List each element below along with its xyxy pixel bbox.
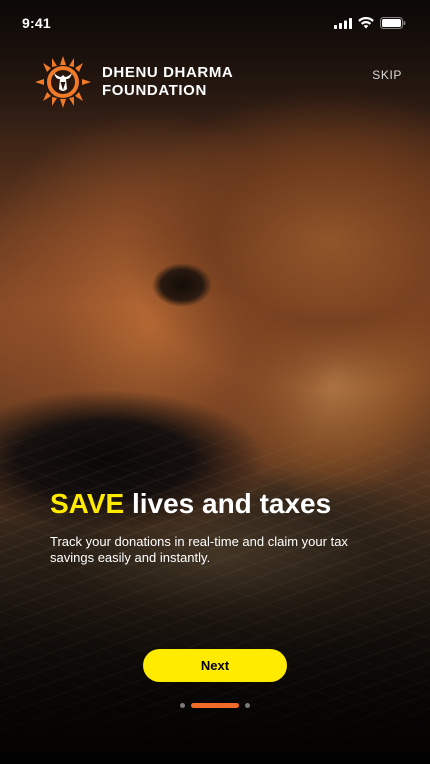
- status-bar: 9:41: [0, 0, 430, 46]
- battery-icon: [380, 17, 406, 29]
- brand-name-line1: DHENU DHARMA: [102, 64, 234, 81]
- next-button[interactable]: Next: [143, 649, 287, 682]
- brand: DHENU DHARMA FOUNDATION: [32, 56, 233, 108]
- brand-name-line2: FOUNDATION: [102, 82, 207, 99]
- hero-title-rest: lives and taxes: [124, 488, 332, 519]
- page-dot-2-active[interactable]: [191, 703, 239, 708]
- wifi-icon: [358, 17, 374, 29]
- hero-title-accent: SAVE: [50, 488, 125, 519]
- status-time: 9:41: [22, 15, 51, 31]
- header: DHENU DHARMA FOUNDATION SKIP: [32, 56, 402, 108]
- hero-title: SAVE lives and taxes: [50, 488, 380, 520]
- status-icons: [334, 17, 406, 29]
- hero-subtitle: Track your donations in real-time and cl…: [50, 534, 348, 565]
- brand-name: DHENU DHARMA FOUNDATION: [102, 64, 233, 100]
- page-dot-3[interactable]: [245, 703, 250, 708]
- cellular-signal-icon: [334, 17, 352, 29]
- hero: SAVE lives and taxes Track your donation…: [50, 488, 380, 566]
- onboarding-screen: 9:41 DHENU DHARMA FOUNDATION SKIP SAVE l…: [0, 0, 430, 764]
- page-indicator: [0, 703, 430, 708]
- sun-cow-logo-icon: [32, 56, 94, 108]
- skip-button[interactable]: SKIP: [372, 68, 402, 82]
- page-dot-1[interactable]: [180, 703, 185, 708]
